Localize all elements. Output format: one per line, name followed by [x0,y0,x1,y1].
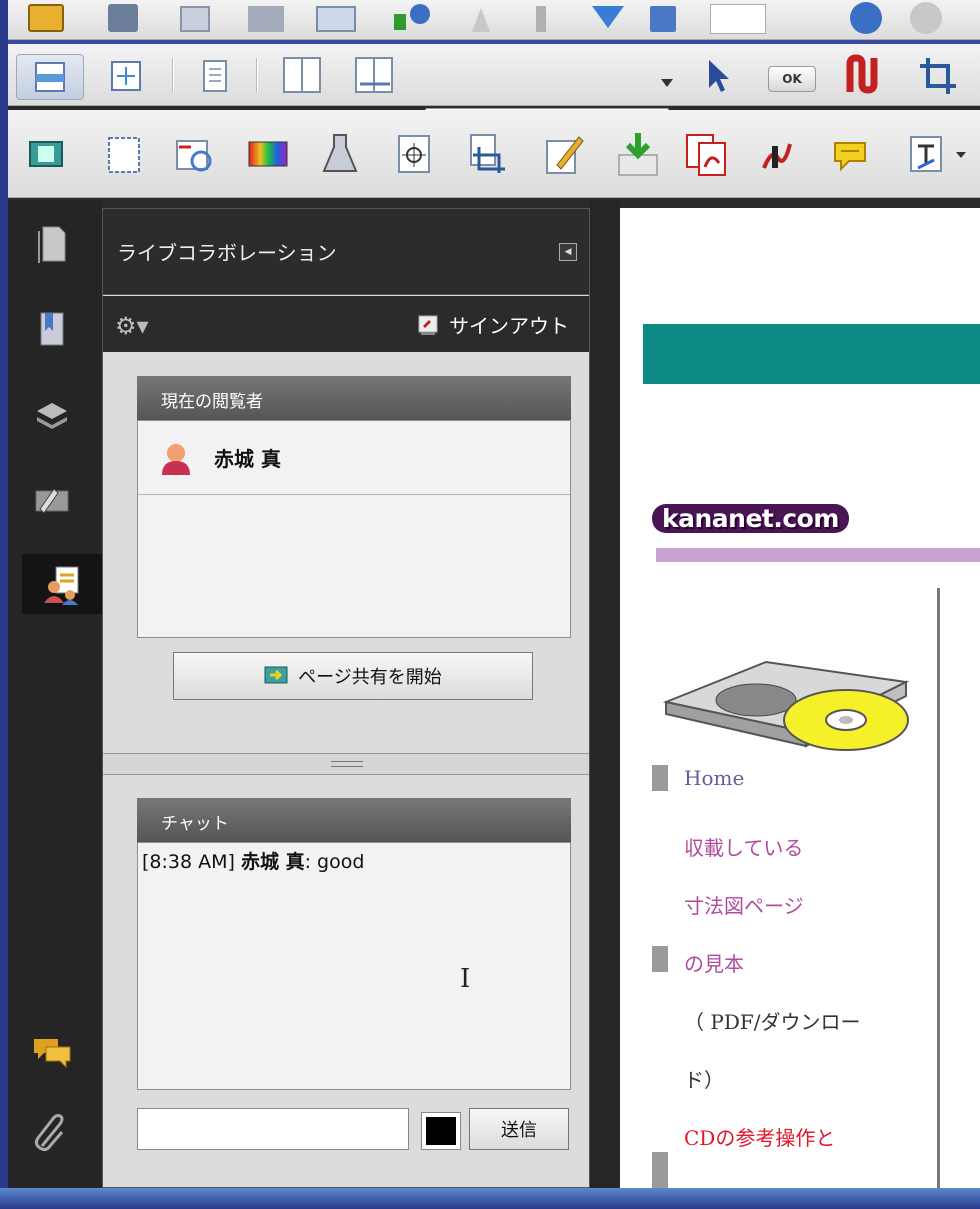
panel-title: ライブコラボレーション ◀ [103,209,589,295]
flask-icon[interactable] [320,132,360,176]
pages-icon[interactable] [248,6,284,32]
chat-input[interactable] [137,1108,409,1150]
start-page-sharing-label: ページ共有を開始 [298,667,442,688]
sign-out-button[interactable]: サインアウト [417,310,569,339]
menu-marker [652,765,668,791]
menu-item-dimension-pages[interactable]: 寸法図ページ [684,890,804,919]
chat-message-text: : good [304,851,365,873]
menu-item-sample[interactable]: の見本 [684,948,744,977]
toolbar-separator [256,58,258,92]
import-icon[interactable] [614,130,662,178]
text-cursor-icon: I [460,964,471,994]
pages-nav-icon[interactable] [22,214,82,274]
pen-icon[interactable] [528,6,554,32]
comments-nav-icon[interactable] [22,1022,82,1082]
pdf-convert-icon[interactable] [682,130,730,178]
window-icon[interactable] [316,6,356,32]
toolbar-top [8,0,980,40]
send-button[interactable]: 送信 [469,1108,569,1150]
crop-icon[interactable] [918,56,958,96]
panel-toolbar: ⚙▾ サインアウト [103,296,589,352]
collaboration-nav-icon[interactable] [22,554,102,614]
comment-icon[interactable] [830,136,870,174]
window-bottom-border [0,1188,980,1209]
person-icon[interactable] [468,6,494,32]
next-page-icon[interactable] [650,6,676,32]
chat-message-user: 赤城 真 [240,851,305,873]
chat-log: [8:38 AM] 赤城 真: good [137,842,571,1090]
site-logo: kananet.com [652,504,849,533]
live-collaboration-panel: ライブコラボレーション ◀ ⚙▾ サインアウト 現在の閲覧者 赤城 真 ページ共… [102,208,590,1188]
viewers-header: 現在の閲覧者 [137,376,571,420]
down-arrow-icon[interactable] [588,2,628,32]
signatures-nav-icon[interactable] [22,470,82,530]
single-page-icon[interactable] [198,58,232,94]
share-screen-icon [264,666,288,684]
select-arrow-icon[interactable] [702,56,732,96]
sign-icon[interactable] [756,136,796,176]
toolbar-navigation: 検索 OK [8,44,980,142]
sign-out-label: サインアウト [449,314,569,338]
menu-item-pdf-download-end[interactable]: ド） [684,1064,724,1093]
zoom-out-icon[interactable] [850,2,882,34]
layers-nav-icon[interactable] [22,386,82,446]
bookmarks-nav-icon[interactable] [22,298,82,358]
preflight-icon[interactable] [172,132,218,178]
edit-pencil-icon[interactable] [542,132,586,176]
sign-out-icon [418,315,438,335]
menu-item-cd-operation[interactable]: CDの参考操作と [684,1122,835,1151]
page-number-field[interactable] [710,4,766,34]
two-page-scroll-icon[interactable] [354,54,394,96]
text-edit-dropdown-icon[interactable] [954,150,968,160]
text-edit-icon[interactable] [906,132,946,176]
fit-width-button[interactable] [16,54,84,100]
menu-item-included[interactable]: 収載している [684,832,803,861]
attachments-nav-icon[interactable] [22,1104,82,1164]
two-page-icon[interactable] [282,54,322,96]
page-icon[interactable] [180,6,210,32]
fit-page-icon[interactable] [108,58,144,94]
print-icon[interactable] [108,4,138,32]
toolbar-tools [8,110,980,198]
chat-header: チャット [137,798,571,842]
collapse-panel-button[interactable]: ◀ [559,243,577,261]
page-frame-icon[interactable] [104,134,144,176]
start-page-sharing-button[interactable]: ページ共有を開始 [173,652,533,700]
navigation-pane [8,200,102,1200]
crop-page-icon[interactable] [464,132,508,176]
viewer-name: 赤城 真 [214,447,281,471]
search-dropdown-icon[interactable] [660,78,674,88]
pane-splitter[interactable] [590,200,620,1200]
zoom-in-icon[interactable] [910,2,942,34]
attach-icon[interactable] [392,2,432,32]
menu-marker [652,946,668,972]
folder-icon[interactable] [28,4,64,32]
chat-color-picker[interactable] [421,1112,461,1150]
viewers-list: 赤城 真 [137,420,571,638]
toolbar-separator [172,58,174,92]
document-page: kananet.com Home 収載している 寸法図ページ の見本 （ PDF… [620,208,980,1198]
menu-item-home[interactable]: Home [684,766,744,790]
menu-item-pdf-download[interactable]: （ PDF/ダウンロー [684,1006,860,1035]
chat-message: [8:38 AM] 赤城 真: good [142,847,364,874]
color-gradient-icon[interactable] [246,138,290,170]
acrobat-window: 検索 OK [8,0,980,1200]
screen-icon[interactable] [26,134,66,174]
ok-button[interactable]: OK [768,66,816,92]
splitter-grip [331,761,363,767]
panel-splitter[interactable] [103,753,589,775]
user-avatar-icon [162,443,190,475]
column-divider [937,588,940,1198]
logo-underline [656,548,980,562]
header-banner [643,324,980,384]
chat-color-swatch [426,1117,456,1145]
gear-icon[interactable]: ⚙▾ [115,312,149,340]
chat-message-time: [8:38 AM] [142,851,235,873]
typewriter-icon[interactable] [844,54,888,98]
panel-title-text: ライブコラボレーション [117,241,337,265]
cd-drive-icon [662,660,910,751]
viewer-item[interactable]: 赤城 真 [138,421,570,495]
target-page-icon[interactable] [394,132,434,176]
